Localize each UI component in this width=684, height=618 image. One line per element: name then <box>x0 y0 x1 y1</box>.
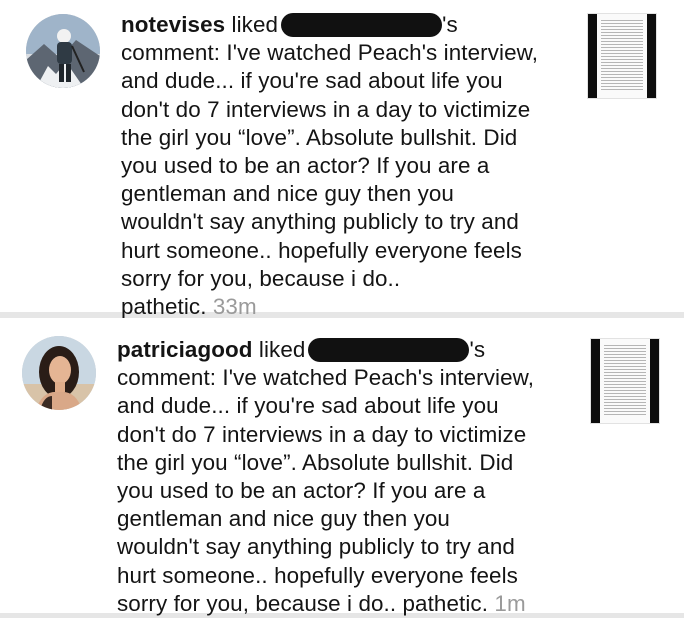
comment-line: wouldn't say anything publicly to try an… <box>121 209 519 235</box>
comment-line: comment: I've watched Peach's interview, <box>121 40 539 66</box>
notification-row[interactable]: patriciagood liked 's comment: I've watch… <box>0 318 684 616</box>
comment-line: gentleman and nice guy then you <box>121 181 454 207</box>
comment-line: sorry for you, because i do.. pathetic. <box>117 590 489 616</box>
comment-line: the girl you “love”. Absolute bullshit. … <box>121 124 518 150</box>
comment-line: and dude... if you're sad about life you <box>121 68 503 94</box>
comment-line: don't do 7 interviews in a day to victim… <box>117 421 527 447</box>
activity-feed: notevises liked 's comment: I've watched … <box>0 0 684 616</box>
avatar[interactable] <box>26 14 100 88</box>
redacted-username <box>308 338 470 362</box>
user-avatar-woman-icon <box>22 336 96 410</box>
avatar[interactable] <box>22 336 96 410</box>
comment-line: hurt someone.. hopefully everyone feels <box>117 562 518 588</box>
username-link[interactable]: patriciagood <box>117 337 253 362</box>
comment-line: hurt someone.. hopefully everyone feels <box>121 237 522 263</box>
comment-line: the girl you “love”. Absolute bullshit. … <box>117 449 514 475</box>
notification-text: notevises liked 's comment: I've watched … <box>121 11 538 321</box>
comment-line: sorry for you, because i do.. <box>121 265 401 291</box>
comment-line: wouldn't say anything publicly to try an… <box>117 534 515 560</box>
comment-line: and dude... if you're sad about life you <box>117 393 499 419</box>
comment-line: you used to be an actor? If you are a <box>121 153 490 179</box>
timestamp: 33m <box>212 294 257 320</box>
action-text: liked <box>231 12 279 37</box>
comment-line: comment: I've watched Peach's interview, <box>117 365 535 391</box>
possessive-text: 's <box>442 12 458 37</box>
redacted-username <box>281 13 443 37</box>
possessive-text: 's <box>469 337 486 362</box>
comment-line: don't do 7 interviews in a day to victim… <box>121 96 531 122</box>
notification-text: patriciagood liked 's comment: I've watch… <box>117 336 534 618</box>
timestamp: 1m <box>494 590 526 616</box>
comment-line: pathetic. <box>121 294 207 320</box>
user-avatar-climber-icon <box>26 14 100 88</box>
notification-row[interactable]: notevises liked 's comment: I've watched … <box>0 0 684 319</box>
post-thumbnail-document-icon[interactable] <box>587 13 657 99</box>
comment-line: gentleman and nice guy then you <box>117 506 450 532</box>
comment-line: you used to be an actor? If you are a <box>117 478 486 504</box>
username-link[interactable]: notevises <box>121 12 225 37</box>
post-thumbnail-document-icon[interactable] <box>590 338 660 424</box>
action-text: liked <box>258 337 306 362</box>
